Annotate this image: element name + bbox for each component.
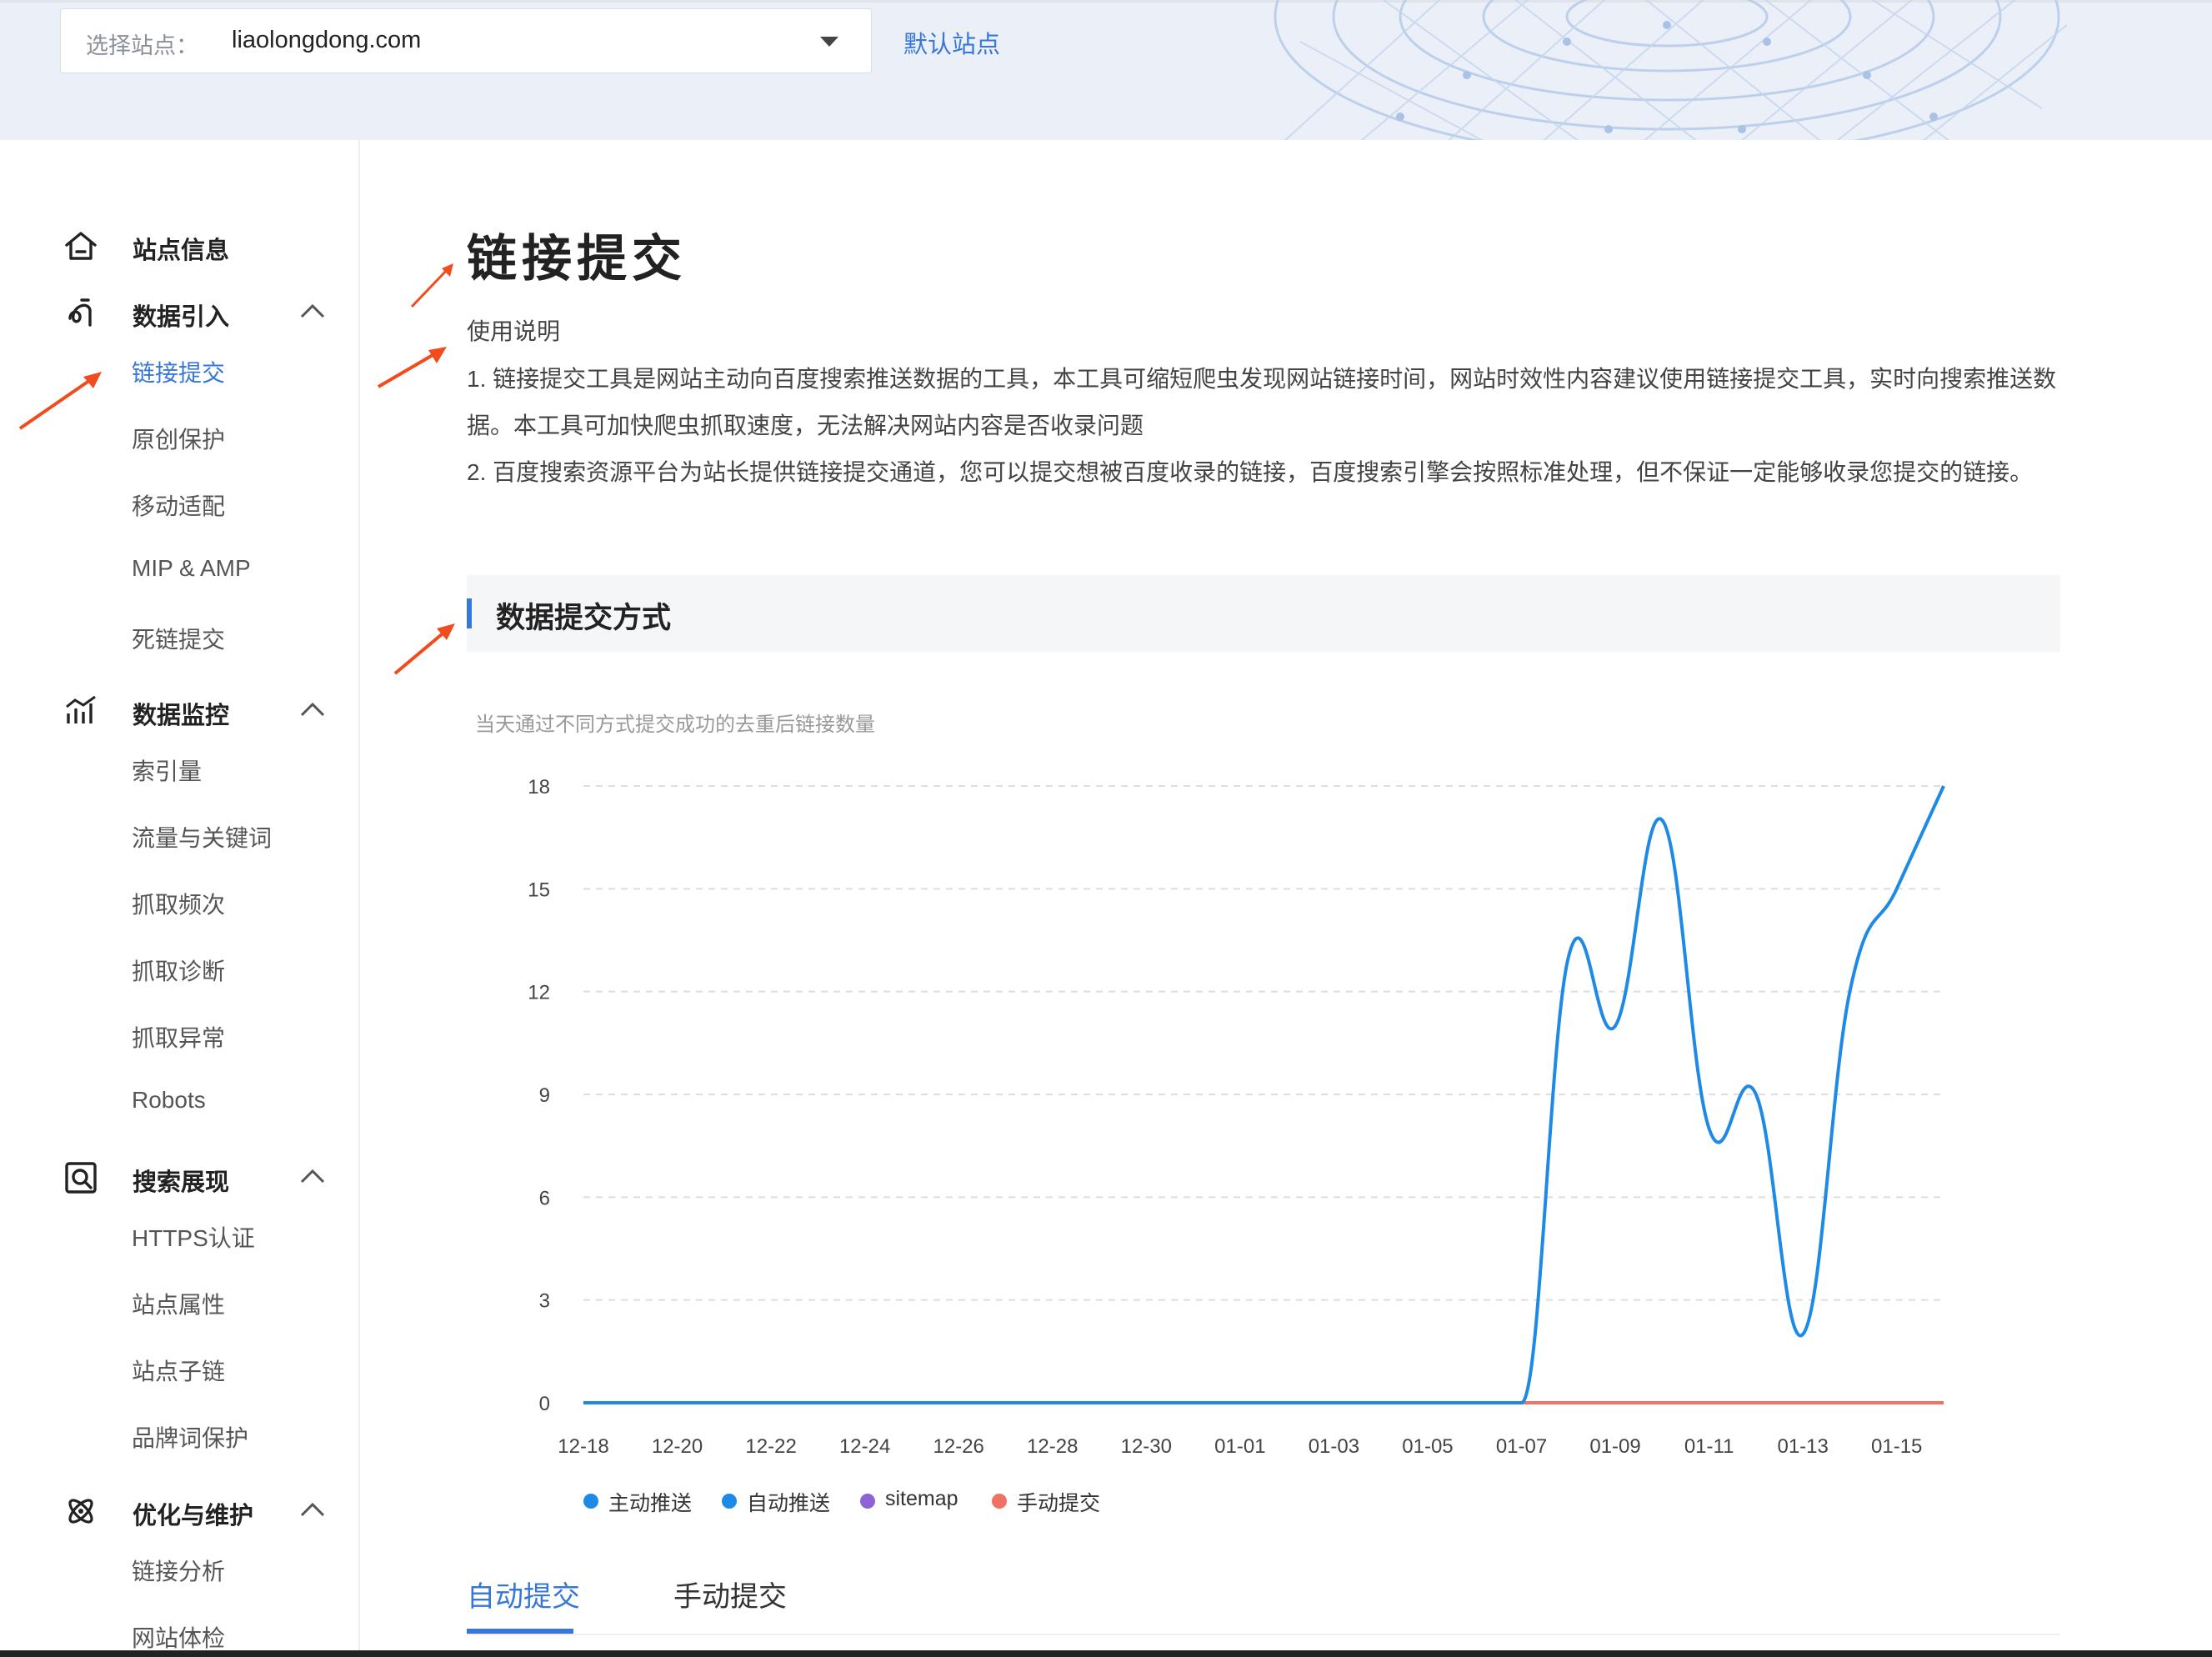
caret-down-icon[interactable] bbox=[818, 33, 841, 51]
section-title: 数据提交方式 bbox=[496, 602, 672, 634]
sidebar-group-search-display[interactable]: 搜索展现 bbox=[0, 1152, 358, 1202]
page-title: 链接提交 bbox=[467, 231, 687, 287]
bottom-edge-strip bbox=[0, 1650, 2212, 1657]
usage-line: 据。本工具可加快爬虫抓取速度，无法解决网站内容是否收录问题 bbox=[467, 413, 1144, 438]
tab-manual-submit[interactable]: 手动提交 bbox=[673, 1574, 787, 1614]
sidebar-item-mobile-adaptation[interactable]: 移动适配 bbox=[132, 488, 225, 522]
y-tick-label: 6 bbox=[539, 1187, 550, 1209]
data-monitor-icon bbox=[66, 695, 96, 723]
usage-line: 2. 百度搜索资源平台为站长提供链接提交通道，您可以提交想被百度收录的链接，百度… bbox=[467, 459, 2034, 485]
x-tick-label: 01-13 bbox=[1777, 1435, 1828, 1458]
sidebar-item-site-attributes[interactable]: 站点属性 bbox=[132, 1287, 225, 1320]
x-tick-label: 12-20 bbox=[652, 1435, 703, 1458]
legend-label: 自动推送 bbox=[747, 1492, 831, 1515]
search-display-icon bbox=[65, 1162, 97, 1194]
legend-dot bbox=[583, 1494, 598, 1509]
sidebar-group-data-monitor[interactable]: 数据监控 bbox=[0, 685, 358, 735]
sidebar-item-link-submit[interactable]: 链接提交 bbox=[132, 355, 225, 388]
sidebar-group-data-import[interactable]: 数据引入 bbox=[0, 287, 358, 337]
x-tick-label: 01-11 bbox=[1684, 1435, 1734, 1458]
y-tick-label: 0 bbox=[539, 1393, 550, 1415]
sidebar-group-title: 数据引入 bbox=[133, 304, 230, 331]
x-tick-label: 01-07 bbox=[1496, 1435, 1547, 1458]
site-select-dropdown[interactable]: 选择站点： liaolongdong.com bbox=[60, 8, 872, 73]
active-tab-indicator bbox=[467, 1629, 573, 1634]
sidebar-group-optimize[interactable]: 优化与维护 bbox=[0, 1485, 358, 1535]
sidebar-item-original-protection[interactable]: 原创保护 bbox=[132, 422, 225, 455]
usage-line: 1. 链接提交工具是网站主动向百度搜索推送数据的工具，本工具可缩短爬虫发现网站链… bbox=[467, 366, 2057, 392]
legend-dot bbox=[722, 1494, 737, 1509]
sidebar-item-robots[interactable]: Robots bbox=[132, 1087, 206, 1114]
legend-label: 主动推送 bbox=[608, 1492, 693, 1515]
x-tick-label: 01-09 bbox=[1589, 1435, 1640, 1458]
sidebar-item-site-checkup[interactable]: 网站体检 bbox=[132, 1620, 225, 1654]
x-tick-label: 01-05 bbox=[1402, 1435, 1453, 1458]
x-tick-label: 01-03 bbox=[1309, 1435, 1359, 1458]
x-tick-label: 01-15 bbox=[1871, 1435, 1922, 1458]
y-tick-label: 9 bbox=[539, 1084, 550, 1107]
chevron-up-icon[interactable] bbox=[299, 1500, 326, 1519]
sidebar-item-crawl-frequency[interactable]: 抓取频次 bbox=[132, 887, 225, 920]
top-header: 选择站点： liaolongdong.com 默认站点 bbox=[0, 0, 2212, 140]
sidebar-group-title: 数据监控 bbox=[133, 703, 230, 729]
optimize-icon bbox=[68, 1499, 93, 1524]
sidebar-item-crawl-errors[interactable]: 抓取异常 bbox=[132, 1020, 225, 1054]
x-tick-label: 12-26 bbox=[933, 1435, 984, 1458]
chevron-up-icon[interactable] bbox=[299, 1167, 326, 1185]
home-icon bbox=[65, 232, 97, 260]
legend-dot bbox=[992, 1494, 1007, 1509]
globe-decoration bbox=[1274, 0, 2068, 140]
submission-line-chart: 0 3 6 9 12 15 18 12-18 12-20 12-22 12-24 12-26 12-28… bbox=[528, 776, 1945, 1458]
annotation-arrow-icon bbox=[377, 347, 447, 388]
y-tick-label: 12 bbox=[528, 982, 550, 1004]
chart-subtitle: 当天通过不同方式提交成功的去重后链接数量 bbox=[475, 713, 875, 736]
sidebar-item-link-analysis[interactable]: 链接分析 bbox=[132, 1554, 225, 1587]
x-tick-label: 12-24 bbox=[839, 1435, 890, 1458]
sidebar-group-title: 优化与维护 bbox=[133, 1503, 254, 1529]
sidebar-item-index-volume[interactable]: 索引量 bbox=[132, 753, 202, 787]
sidebar-item-brand-protection[interactable]: 品牌词保护 bbox=[132, 1420, 248, 1454]
annotation-arrow-icon bbox=[393, 623, 455, 675]
sidebar-item-site-sublinks[interactable]: 站点子链 bbox=[132, 1354, 225, 1387]
sidebar-group-site-info[interactable]: 站点信息 bbox=[0, 220, 358, 270]
sidebar-item-crawl-diagnosis[interactable]: 抓取诊断 bbox=[132, 954, 225, 987]
annotation-arrow-icon bbox=[18, 372, 102, 430]
site-select-value: liaolongdong.com bbox=[232, 27, 422, 53]
x-tick-label: 12-28 bbox=[1027, 1435, 1078, 1458]
y-tick-label: 3 bbox=[539, 1290, 550, 1313]
sidebar-group-title: 搜索展现 bbox=[133, 1169, 230, 1196]
x-tick-label: 01-01 bbox=[1214, 1435, 1265, 1458]
sidebar-item-dead-link-submit[interactable]: 死链提交 bbox=[132, 622, 225, 655]
sidebar-item-https-cert[interactable]: HTTPS认证 bbox=[132, 1220, 255, 1254]
submit-tabs: 自动提交 手动提交 bbox=[467, 1567, 2060, 1635]
chevron-up-icon[interactable] bbox=[299, 302, 326, 320]
default-site-link[interactable]: 默认站点 bbox=[903, 25, 1000, 60]
data-import-icon bbox=[68, 298, 92, 327]
y-tick-label: 18 bbox=[528, 776, 550, 798]
x-tick-label: 12-22 bbox=[745, 1435, 796, 1458]
site-select-label: 选择站点： bbox=[86, 33, 198, 58]
legend-label: 手动提交 bbox=[1017, 1492, 1101, 1515]
legend-label: sitemap bbox=[885, 1487, 958, 1510]
x-tick-label: 12-30 bbox=[1121, 1435, 1172, 1458]
tab-auto-submit[interactable]: 自动提交 bbox=[467, 1574, 580, 1614]
section-header: 数据提交方式 bbox=[467, 575, 2060, 652]
sidebar-item-traffic-keywords[interactable]: 流量与关键词 bbox=[132, 820, 272, 854]
section-accent-bar bbox=[467, 598, 472, 628]
sidebar-group-title: 站点信息 bbox=[133, 238, 230, 264]
legend-dot bbox=[860, 1494, 875, 1509]
x-tick-label: 12-18 bbox=[558, 1435, 608, 1458]
sidebar-item-mip-amp[interactable]: MIP & AMP bbox=[132, 555, 251, 582]
annotation-arrow-icon bbox=[410, 263, 453, 308]
chevron-up-icon[interactable] bbox=[299, 700, 326, 718]
y-tick-label: 15 bbox=[528, 879, 550, 901]
usage-title: 使用说明 bbox=[467, 318, 561, 344]
